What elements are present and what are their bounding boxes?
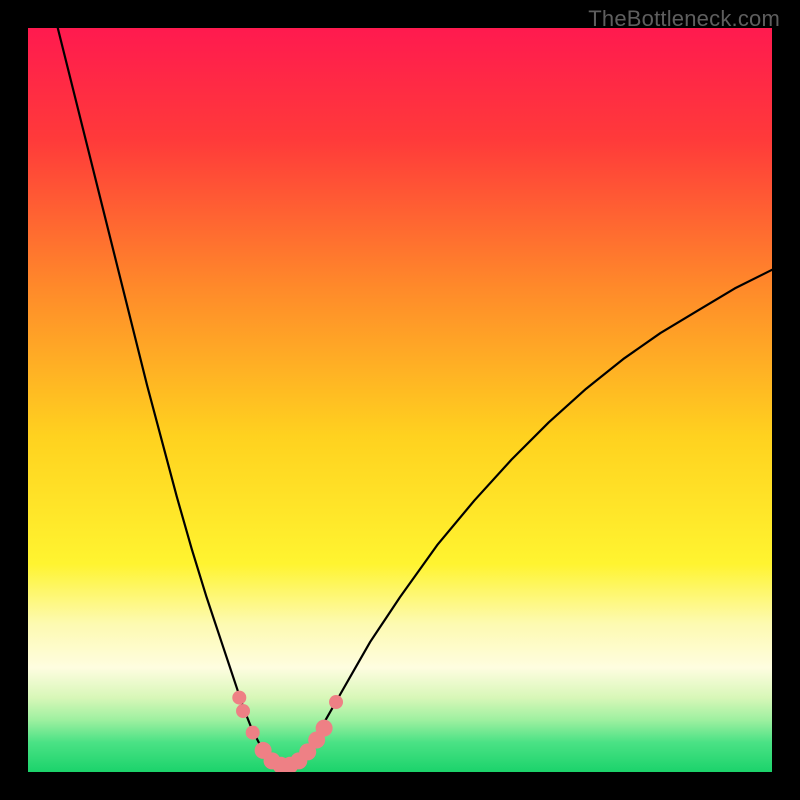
plot-area xyxy=(28,28,772,772)
gradient-background xyxy=(28,28,772,772)
plot-svg xyxy=(28,28,772,772)
marker-dot xyxy=(232,691,246,705)
marker-dot xyxy=(246,726,260,740)
marker-dot xyxy=(316,720,333,737)
marker-dot xyxy=(329,695,343,709)
marker-dot xyxy=(236,704,250,718)
chart-frame: TheBottleneck.com xyxy=(0,0,800,800)
